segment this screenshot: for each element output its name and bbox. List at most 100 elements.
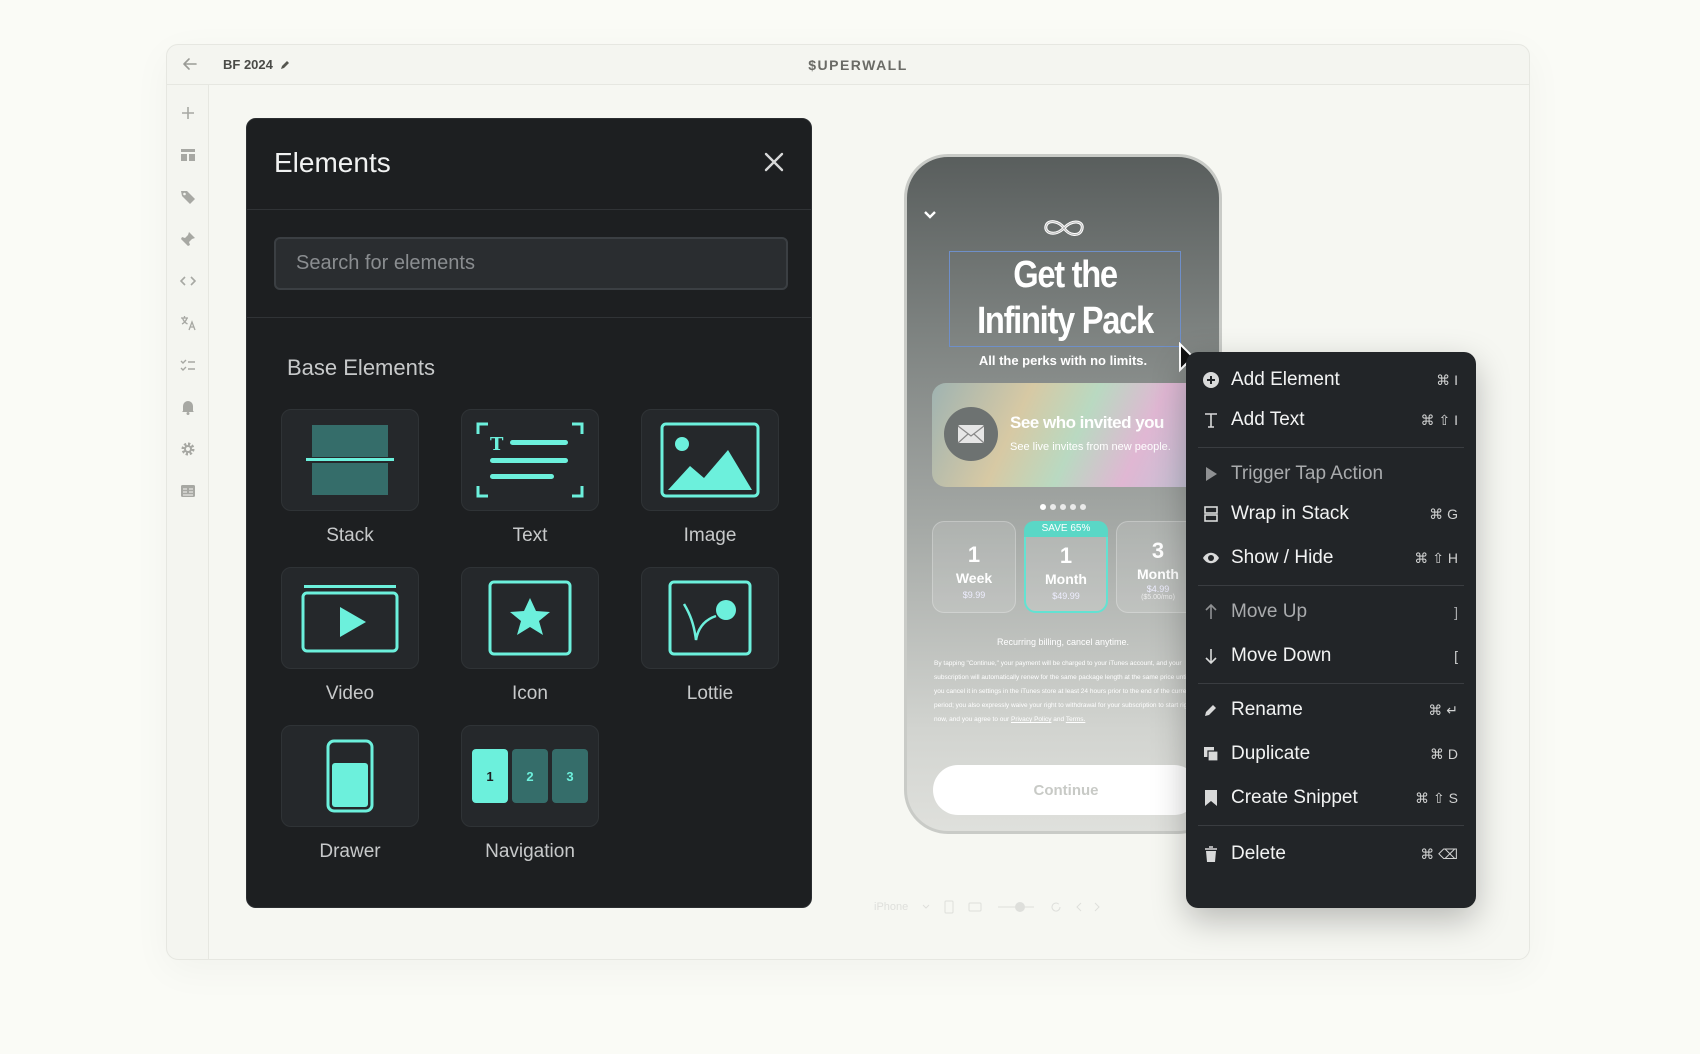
drawer-icon (281, 725, 419, 827)
refresh-icon[interactable] (1050, 901, 1062, 913)
preview-toolbar: iPhone (874, 894, 1190, 920)
stack-icon (281, 409, 419, 511)
chevron-down-icon[interactable] (923, 207, 937, 225)
tile-label: Stack (326, 525, 374, 546)
plus-icon[interactable] (176, 101, 200, 125)
menu-item-add-element[interactable]: Add Element ⌘ I (1186, 360, 1476, 400)
divider (247, 209, 811, 210)
menu-divider (1198, 585, 1464, 586)
tile-label: Navigation (485, 841, 575, 862)
navigation-icon: 1 2 3 (461, 725, 599, 827)
phone-landscape-icon[interactable] (968, 902, 982, 912)
element-tile-lottie[interactable]: Lottie (641, 567, 779, 705)
element-tile-video[interactable]: Video (281, 567, 419, 705)
promo-subtitle: See live invites from new people. (1010, 441, 1171, 453)
continue-button[interactable]: Continue (933, 765, 1199, 815)
tile-label: Drawer (319, 841, 381, 862)
element-tile-stack[interactable]: Stack (281, 409, 419, 547)
dot[interactable] (1070, 504, 1076, 510)
menu-item-rename[interactable]: Rename ⌘ ↵ (1186, 690, 1476, 730)
terms-link[interactable]: Terms. (1066, 716, 1086, 723)
navigation-numbers: 1 2 3 (486, 768, 574, 784)
dot[interactable] (1040, 504, 1046, 510)
plan-price: $49.99 (1052, 591, 1080, 601)
menu-divider (1198, 447, 1464, 448)
translate-icon[interactable] (176, 311, 200, 335)
context-menu: Add Element ⌘ I Add Text ⌘ ⇧ I Trigger T… (1186, 352, 1476, 908)
panel-title: Elements (274, 147, 391, 178)
duplicate-icon (1200, 743, 1222, 765)
gear-icon[interactable] (176, 437, 200, 461)
device-select[interactable]: iPhone (874, 901, 908, 913)
element-tile-image[interactable]: Image (641, 409, 779, 547)
menu-item-wrap-in-stack[interactable]: Wrap in Stack ⌘ G (1186, 494, 1476, 534)
menu-item-create-snippet[interactable]: Create Snippet ⌘ ⇧ S (1186, 778, 1476, 818)
mail-icon (944, 407, 998, 461)
recurring-note: Recurring billing, cancel anytime. (996, 637, 1130, 647)
code-icon[interactable] (176, 269, 200, 293)
element-tile-icon[interactable]: Icon (461, 567, 599, 705)
lottie-icon (641, 567, 779, 669)
plan-price: $9.99 (962, 590, 986, 600)
headline-line-1: Get the (1013, 254, 1118, 296)
menu-item-move-down[interactable]: Move Down [ (1186, 636, 1476, 676)
pencil-icon (1200, 699, 1222, 721)
dot[interactable] (1060, 504, 1066, 510)
elements-panel: Elements Search for elements Base Elemen… (246, 118, 812, 908)
paywall-preview[interactable]: Get the Infinity Pack All the perks with… (904, 154, 1222, 834)
tile-label: Video (325, 683, 375, 704)
image-icon (641, 409, 779, 511)
tile-label: Icon (512, 683, 548, 704)
menu-item-add-text[interactable]: Add Text ⌘ ⇧ I (1186, 400, 1476, 440)
legal-text: By tapping "Continue," your payment will… (934, 660, 1193, 723)
headline-line-2: Infinity Pack (977, 300, 1154, 342)
element-tile-navigation[interactable]: 1 2 3 Navigation (461, 725, 599, 863)
bell-icon[interactable] (176, 395, 200, 419)
divider (247, 317, 811, 318)
search-placeholder: Search for elements (296, 252, 475, 274)
tile-label: Text (512, 525, 548, 546)
arrow-down-icon (1200, 645, 1222, 667)
play-icon (1200, 463, 1222, 485)
phone-portrait-icon[interactable] (944, 900, 954, 914)
plus-circle-icon (1200, 369, 1222, 391)
plan-number: 1 (1059, 543, 1073, 568)
promo-card[interactable]: See who invited you See live invites fro… (932, 383, 1219, 487)
tag-icon[interactable] (176, 185, 200, 209)
menu-item-show-hide[interactable]: Show / Hide ⌘ ⇧ H (1186, 538, 1476, 578)
left-toolbar (167, 85, 209, 959)
pin-icon[interactable] (176, 227, 200, 251)
promo-title: See who invited you (1010, 413, 1164, 432)
carousel-dots[interactable] (907, 497, 1219, 515)
video-icon (281, 567, 419, 669)
tile-label: Image (683, 525, 737, 546)
infinity-logo-icon (1041, 213, 1087, 248)
zoom-slider[interactable] (996, 901, 1036, 913)
bookmark-icon (1200, 787, 1222, 809)
search-input[interactable]: Search for elements (274, 237, 788, 290)
plan-unit: Week (955, 570, 993, 586)
dot[interactable] (1050, 504, 1056, 510)
code-icon[interactable] (1076, 901, 1100, 913)
menu-item-trigger-tap-action[interactable]: Trigger Tap Action (1186, 454, 1476, 494)
plan-unit: Month (1045, 571, 1087, 587)
arrow-up-icon (1200, 601, 1222, 623)
layout-icon[interactable] (176, 143, 200, 167)
element-tile-drawer[interactable]: Drawer (281, 725, 419, 863)
element-tile-text[interactable]: T Text (461, 409, 599, 547)
plan-option-week[interactable]: 1 Week $9.99 (932, 521, 1016, 613)
brand-logo: $UPERWALL (808, 57, 908, 73)
headline-selected[interactable]: Get the Infinity Pack (949, 251, 1181, 347)
close-icon[interactable] (761, 149, 787, 175)
table-icon[interactable] (176, 479, 200, 503)
menu-item-delete[interactable]: Delete ⌘ ⌫ (1186, 834, 1476, 874)
privacy-policy-link[interactable]: Privacy Policy (1011, 716, 1051, 723)
top-bar: BF 2024 $UPERWALL (167, 45, 1529, 85)
subheadline: All the perks with no limits. (978, 353, 1148, 368)
dot[interactable] (1080, 504, 1086, 510)
chevron-down-icon (922, 904, 930, 909)
plan-option-month-selected[interactable]: SAVE 65% 1 Month $49.99 (1024, 521, 1108, 613)
menu-item-duplicate[interactable]: Duplicate ⌘ D (1186, 734, 1476, 774)
checklist-icon[interactable] (176, 353, 200, 377)
menu-item-move-up[interactable]: Move Up ] (1186, 592, 1476, 632)
